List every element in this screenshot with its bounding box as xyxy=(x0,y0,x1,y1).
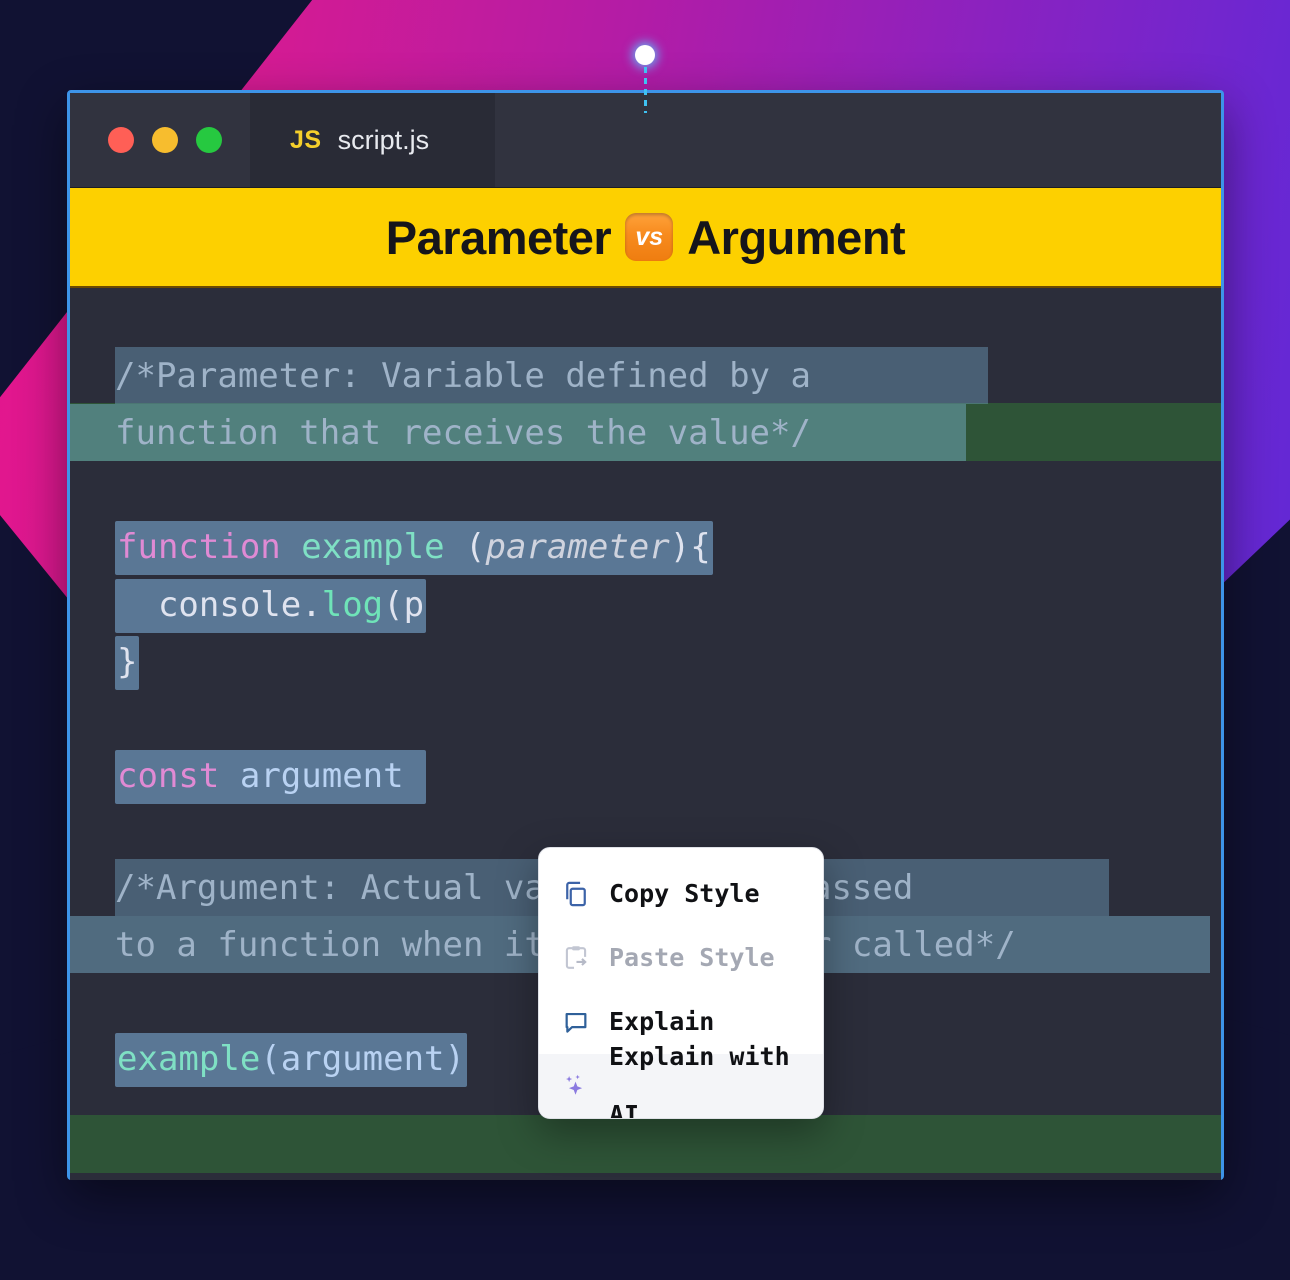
banner-word-right: Argument xyxy=(687,210,906,264)
code-line-close-brace: } xyxy=(115,633,140,691)
code-line-comment-1b: function that receives the value*/ xyxy=(115,413,811,453)
speech-bubble-icon xyxy=(561,1007,591,1037)
menu-item-label: Copy Style xyxy=(609,879,760,908)
js-file-icon: JS xyxy=(290,125,322,154)
code-line-comment-1a: /*Parameter: Variable defined by a xyxy=(115,356,811,396)
code-line-function-call: example(argument) xyxy=(115,1030,467,1088)
copy-icon xyxy=(561,879,591,909)
editor-tab-script-js[interactable]: JS script.js xyxy=(250,93,495,187)
vs-badge-icon: vs xyxy=(625,213,674,261)
selection-handle-leader-line xyxy=(643,67,647,113)
code-line-console-log: console.log(p xyxy=(115,576,427,634)
sparkle-icon xyxy=(561,1071,591,1101)
context-menu[interactable]: Copy Style Paste Style Explain Explain w… xyxy=(538,847,824,1119)
added-line-highlight xyxy=(70,1115,1221,1173)
menu-item-copy-style[interactable]: Copy Style xyxy=(539,862,823,926)
menu-item-paste-style[interactable]: Paste Style xyxy=(539,926,823,990)
maximize-button[interactable] xyxy=(196,127,222,153)
title-banner: Parameter vs Argument xyxy=(70,188,1221,288)
close-button[interactable] xyxy=(108,127,134,153)
selection-handle-dot[interactable] xyxy=(635,45,655,65)
tab-label: script.js xyxy=(337,124,430,155)
menu-item-explain-with-ai[interactable]: Explain with AI xyxy=(539,1042,823,1118)
code-editor-window: JS script.js Parameter vs Argument /*Par… xyxy=(67,90,1224,1180)
menu-item-label: Paste Style xyxy=(609,943,775,972)
code-line-function-decl: function example (parameter){ xyxy=(115,518,713,576)
banner-word-left: Parameter xyxy=(385,210,612,264)
code-line-const-declaration: const argument xyxy=(115,747,427,805)
code-content-area[interactable]: /*Parameter: Variable defined by a funct… xyxy=(70,288,1221,1180)
paste-icon xyxy=(561,943,591,973)
menu-item-label: Explain with AI xyxy=(609,1042,790,1119)
minimize-button[interactable] xyxy=(152,127,178,153)
traffic-light-buttons xyxy=(70,93,250,187)
